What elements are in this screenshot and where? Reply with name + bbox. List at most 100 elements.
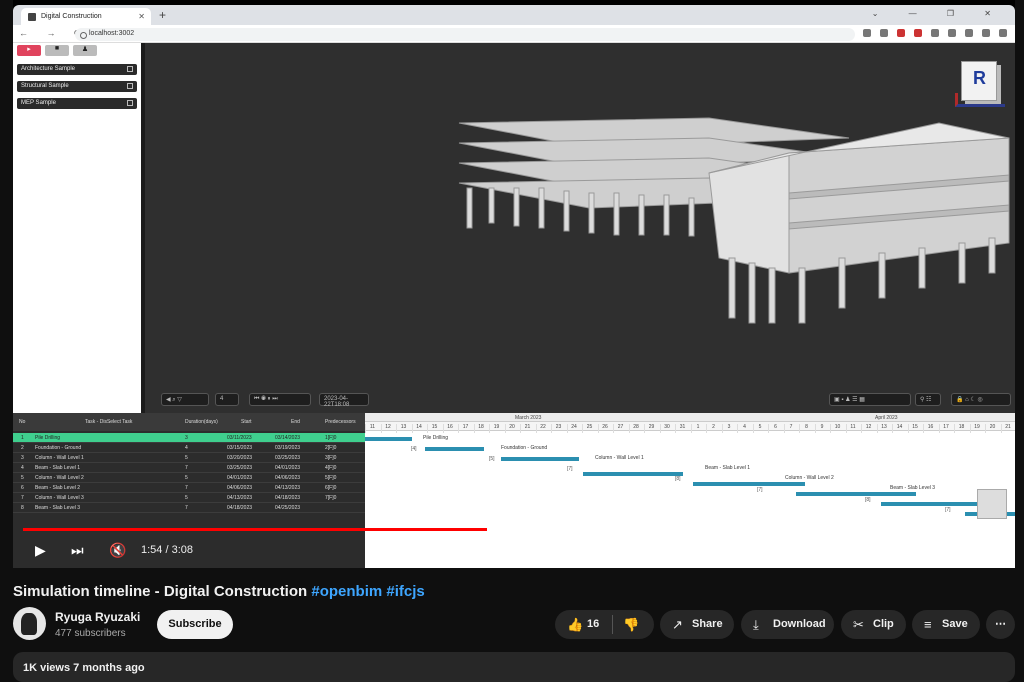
progress-bar[interactable] [23,528,783,531]
settings-icon[interactable]: ⚙ [825,542,838,559]
table-row[interactable]: 1 Pile Drilling 3 03/11/2023 03/14/2023 1[F]0 [13,433,365,443]
frame-input[interactable]: 4 [215,393,239,406]
divider [612,615,613,634]
table-row[interactable]: 4 Beam - Slab Level 1 7 03/25/2023 04/01/202… [13,463,365,473]
gantt-bar[interactable] [881,502,981,506]
gantt-bar[interactable] [365,437,412,441]
open-icon[interactable] [127,66,133,72]
day-label: 11 [365,424,379,433]
scissors-icon: ✂ [853,617,864,632]
next-icon[interactable]: ⏭ [71,542,84,559]
fullscreen-icon[interactable]: ⛶ [977,542,987,559]
cell-duration: 5 [185,455,188,461]
gantt-bar[interactable] [501,457,579,461]
lag-label: [7] [945,507,951,513]
day-label: 26 [597,424,612,433]
thumbs-up-icon[interactable]: 👍 [567,610,583,639]
day-label: 14 [892,424,906,433]
gantt-bar[interactable] [583,472,683,476]
truck-icon[interactable]: ■ [45,45,69,56]
menu-icon[interactable] [999,29,1007,37]
close-tab-icon[interactable]: ✕ [138,12,145,21]
share-icon[interactable] [863,29,871,37]
cell-pred: 5[F]0 [325,475,337,481]
project-item[interactable]: Architecture Sample [17,64,137,75]
table-row[interactable]: 8 Beam - Slab Level 3 7 04/18/2023 04/25/202… [13,503,365,513]
day-header: 11 12 13 14 15 16 17 18 19 20 21 22 23 24 25 26 27 28 29 30… [365,422,1015,433]
play-icon[interactable]: ▶ [35,542,46,559]
project-item[interactable]: MEP Sample [17,98,137,109]
url-field[interactable]: localhost:3002 [75,28,855,41]
time-display: 1:54 / 3:08 [141,544,193,556]
table-row[interactable]: 7 Column - Wall Level 3 5 04/13/2023 04/18/2… [13,493,365,503]
save-button[interactable]: ≡ Save [912,610,980,639]
like-count[interactable]: 16 [587,610,599,639]
map-tools[interactable]: ⚲ ☷ [915,393,941,406]
day-label: 22 [535,424,550,433]
download-button[interactable]: ⤓ Download [741,610,834,639]
more-button[interactable]: ⋯ [986,610,1015,639]
star-icon[interactable] [880,29,888,37]
browser-tabbar: Digital Construction ✕ + ⌄ — ❐ ✕ [13,5,1015,25]
day-label: 17 [938,424,953,433]
autoplay-toggle[interactable] [741,543,767,555]
day-label: 28 [628,424,643,433]
share-button[interactable]: ↗ Share [660,610,734,639]
video-player[interactable]: Digital Construction ✕ + ⌄ — ❐ ✕ ← → ⟳ l… [13,0,1015,568]
hashtags[interactable]: #openbim #ifcjs [311,583,424,600]
lag-label: [7] [757,487,763,493]
channel-avatar[interactable] [13,607,46,640]
miniplayer-icon[interactable]: ▣ [863,542,876,559]
theater-icon[interactable]: ▭ [900,542,913,559]
gantt-bar[interactable] [693,482,805,486]
settings-tools[interactable]: 🔒 ⌂ ☾ ◎ [951,393,1011,406]
open-icon[interactable] [127,83,133,89]
new-tab-icon[interactable]: + [159,8,166,22]
shield-icon[interactable] [931,29,939,37]
col-header: Start [241,419,252,425]
day-label: 7 [783,424,798,433]
cell-end: 03/14/2023 [275,435,301,441]
mute-icon[interactable]: 🔇 [109,542,126,559]
clip-button[interactable]: ✂ Clip [841,610,906,639]
subscribe-button[interactable]: Subscribe [157,610,233,639]
day-label: 15 [907,424,922,433]
channel-name[interactable]: Ryuga Ryuzaki [55,610,140,624]
table-row[interactable]: 6 Beam - Slab Level 2 7 04/06/2023 04/13/202… [13,483,365,493]
window-controls[interactable]: ⌄ — ❐ ✕ [872,9,1005,18]
table-row[interactable]: 3 Column - Wall Level 1 5 03/20/2023 03/25/2… [13,453,365,463]
clip-label: Clip [873,618,894,630]
thumbs-down-icon[interactable]: 👎 [623,610,639,639]
gantt-bar[interactable] [425,447,484,451]
cast-icon[interactable]: ⎚ [938,542,949,559]
cell-start: 04/13/2023 [227,495,253,501]
cell-duration: 7 [185,485,188,491]
project-item[interactable]: Structural Sample [17,81,137,92]
axis-indicator [955,93,1005,107]
browser-tab[interactable]: Digital Construction ✕ [21,8,151,25]
extension-icon[interactable] [897,29,905,37]
puzzle-icon[interactable] [948,29,956,37]
table-row[interactable]: 2 Foundation - Ground 4 03/15/2023 03/19/202… [13,443,365,453]
bar-label: Foundation - Ground [501,445,548,451]
sidebar-icon[interactable] [965,29,973,37]
play-icon[interactable]: ▸ [17,45,41,56]
day-label: 12 [861,424,875,433]
day-label: 29 [644,424,658,433]
day-label: 1 [690,424,705,433]
profile-icon[interactable] [982,29,990,37]
table-row[interactable]: 5 Column - Wall Level 2 5 04/01/2023 04/06/2… [13,473,365,483]
day-label: 17 [458,424,472,433]
zoom-tools[interactable]: ◀ ⌕ ▽ [161,393,209,406]
gantt-bar[interactable] [796,492,916,496]
person-icon[interactable]: ♟ [73,45,97,56]
month-label: April 2023 [875,415,898,421]
extension-icon[interactable] [914,29,922,37]
view-tools[interactable]: ▣ ▪ ♟ ☰ ▦ [829,393,911,406]
bar-label: Column - Wall Level 1 [595,455,644,461]
day-label: 30 [659,424,674,433]
captions-icon[interactable]: CC [785,544,806,557]
playback-controls[interactable]: ⏮ ◉ ⏸ ⏭ [249,393,311,406]
3d-viewer[interactable]: R ◀ ⌕ ▽ 4 ⏮ ◉ ⏸ ⏭ 2023-04-22T18:08 ▣ ▪ ♟… [149,43,1015,413]
open-icon[interactable] [127,100,133,106]
